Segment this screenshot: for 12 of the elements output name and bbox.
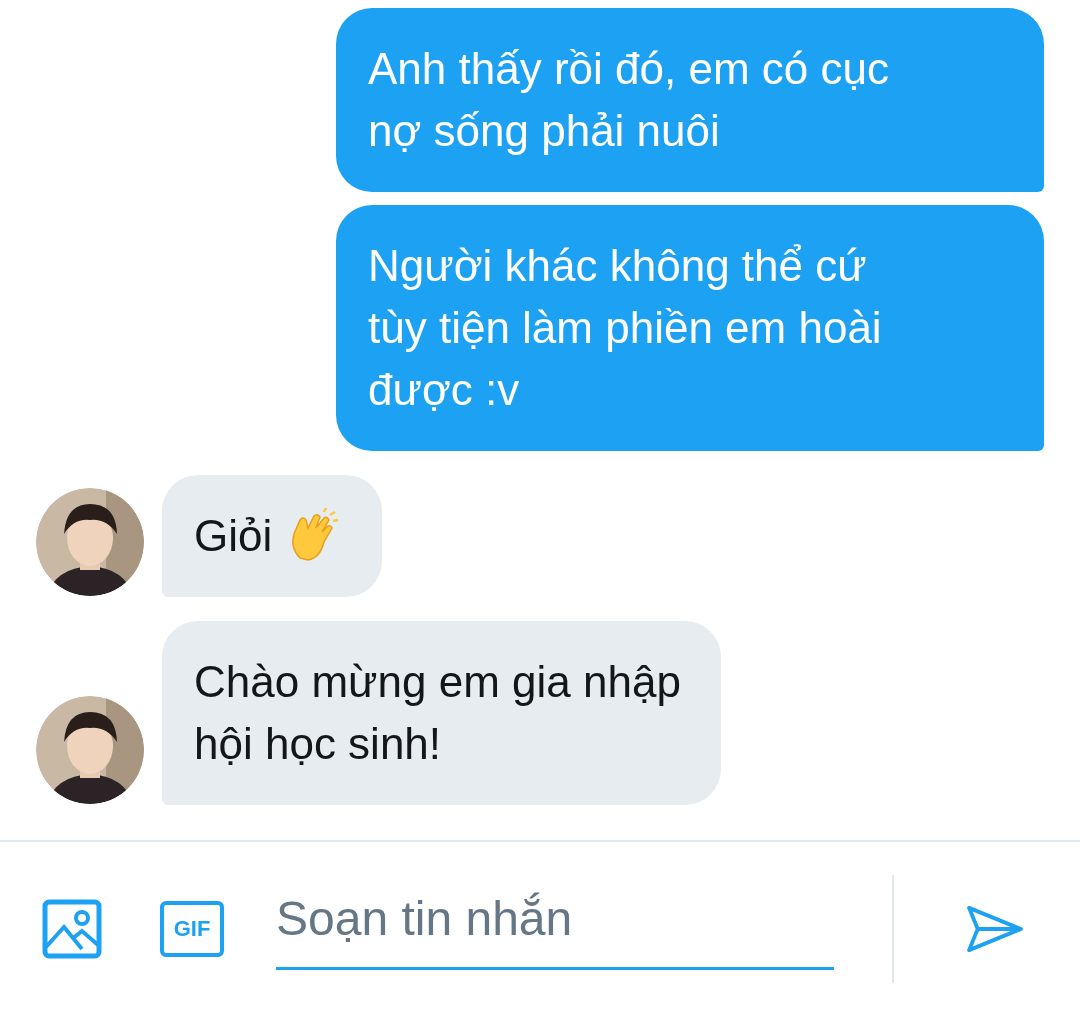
gif-button[interactable]: GIF bbox=[160, 900, 224, 957]
message-text: tùy tiện làm phiền em hoài bbox=[368, 302, 882, 354]
message-text: Anh thấy rồi đó, em có cục bbox=[368, 43, 889, 95]
message-text: Chào mừng em gia nhập bbox=[194, 656, 681, 708]
send-icon[interactable] bbox=[966, 904, 1024, 953]
image-icon[interactable] bbox=[42, 898, 102, 959]
message-field[interactable]: Soạn tin nhắn bbox=[276, 870, 834, 970]
message-text: được :v bbox=[368, 364, 520, 416]
message-text: Người khác không thể cứ bbox=[368, 240, 867, 292]
message-text: nợ sống phải nuôi bbox=[368, 105, 720, 157]
message-text: hội học sinh! bbox=[194, 718, 442, 770]
message-text: Giỏi bbox=[194, 510, 273, 562]
